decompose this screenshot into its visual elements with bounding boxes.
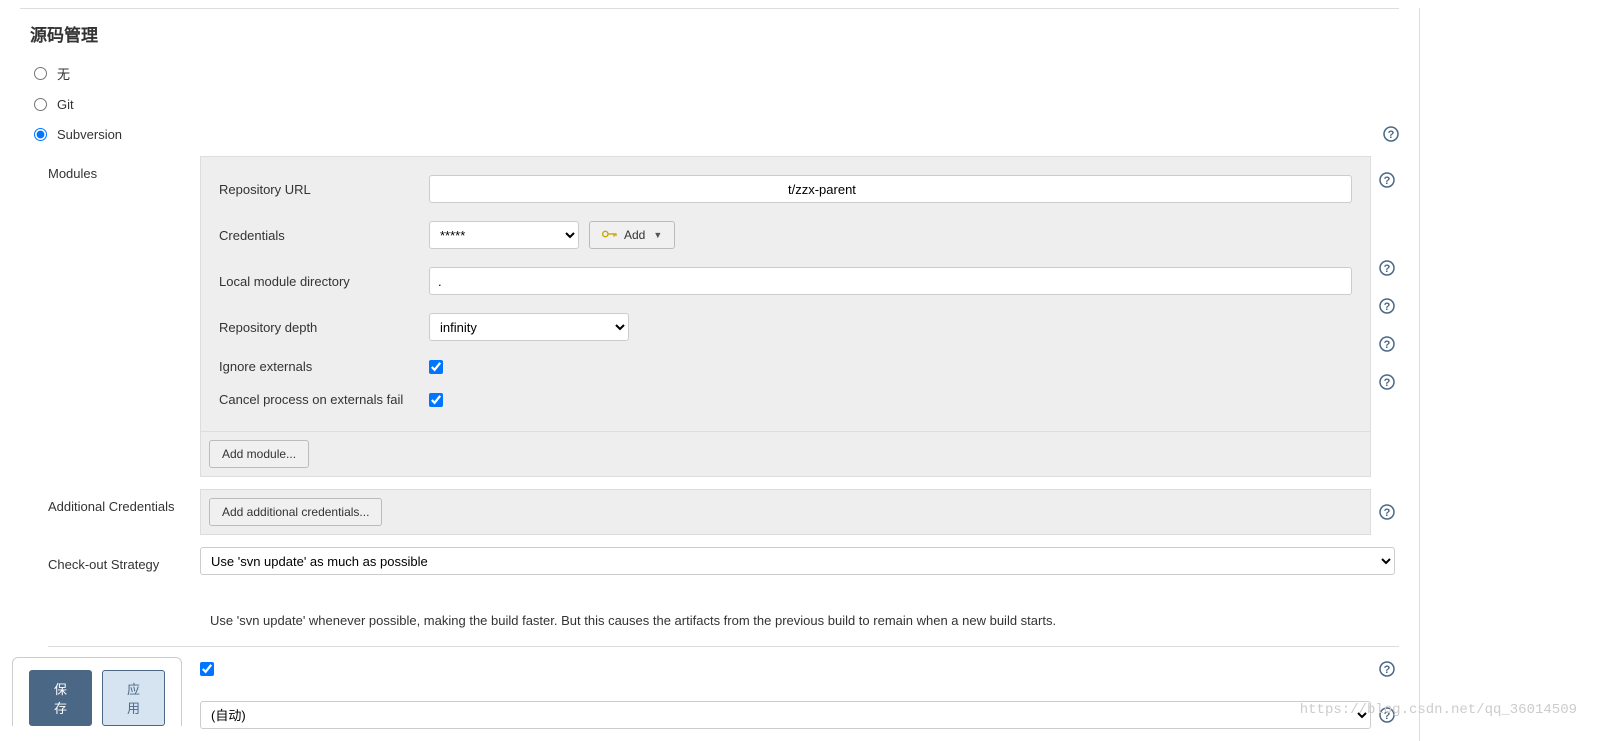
add-btn-label: Add <box>624 228 645 242</box>
local-dir-label: Local module directory <box>219 274 419 289</box>
checkout-strategy-description: Use 'svn update' whenever possible, maki… <box>200 613 1056 628</box>
chevron-down-icon: ▼ <box>653 230 662 240</box>
repo-url-label: Repository URL <box>219 182 419 197</box>
modules-label: Modules <box>48 156 200 181</box>
cancel-externals-label: Cancel process on externals fail <box>219 392 419 407</box>
scm-git-radio[interactable] <box>34 98 47 111</box>
repo-url-input[interactable] <box>429 175 1352 203</box>
checkout-strategy-label: Check-out Strategy <box>48 547 200 572</box>
svg-text:?: ? <box>1384 175 1391 187</box>
apply-button[interactable]: 应用 <box>102 670 165 726</box>
help-icon[interactable]: ? <box>1379 172 1395 188</box>
help-icon[interactable]: ? <box>1383 126 1399 142</box>
repo-depth-select[interactable]: infinity <box>429 313 629 341</box>
add-credentials-button[interactable]: Add ▼ <box>589 221 675 249</box>
help-icon[interactable]: ? <box>1379 504 1395 520</box>
footer-bar: 保存 应用 <box>12 657 182 726</box>
watermark: https://blog.csdn.net/qq_36014509 <box>1300 702 1577 718</box>
scm-radio-group: 无 Git Subversion ? <box>34 64 1399 142</box>
checkout-strategy-select[interactable]: Use 'svn update' as much as possible <box>200 547 1395 575</box>
module-box: Repository URL Credentials ***** <box>200 156 1371 432</box>
repo-browser-select[interactable]: (自动) <box>200 701 1371 729</box>
add-additional-credentials-button[interactable]: Add additional credentials... <box>209 498 382 526</box>
svg-text:?: ? <box>1384 339 1391 351</box>
help-icon[interactable]: ? <box>1379 260 1395 276</box>
key-icon <box>602 228 618 242</box>
scm-none-label: 无 <box>57 64 70 83</box>
svg-text:?: ? <box>1384 664 1391 676</box>
section-title: 源码管理 <box>30 21 1399 46</box>
credentials-select[interactable]: ***** <box>429 221 579 249</box>
svg-text:?: ? <box>1384 263 1391 275</box>
scm-none-radio[interactable] <box>34 67 47 80</box>
scm-subversion-label: Subversion <box>57 127 122 142</box>
repo-depth-label: Repository depth <box>219 320 419 335</box>
svg-text:?: ? <box>1384 301 1391 313</box>
help-icon[interactable]: ? <box>1379 336 1395 352</box>
add-module-button[interactable]: Add module... <box>209 440 309 468</box>
quiet-checkout-checkbox[interactable] <box>200 662 214 676</box>
ignore-externals-label: Ignore externals <box>219 359 419 374</box>
help-icon[interactable]: ? <box>1379 298 1395 314</box>
help-icon[interactable]: ? <box>1379 374 1395 390</box>
additional-credentials-label: Additional Credentials <box>48 489 200 514</box>
svg-text:?: ? <box>1388 129 1395 141</box>
help-icon[interactable]: ? <box>1379 661 1395 677</box>
svg-text:?: ? <box>1384 377 1391 389</box>
svg-text:?: ? <box>1384 507 1391 519</box>
scm-subversion-radio[interactable] <box>34 128 47 141</box>
save-button[interactable]: 保存 <box>29 670 92 726</box>
ignore-externals-checkbox[interactable] <box>429 360 443 374</box>
subversion-config: Modules Repository URL Credentials <box>48 156 1399 741</box>
scm-git-label: Git <box>57 97 74 112</box>
credentials-label: Credentials <box>219 228 419 243</box>
local-dir-input[interactable] <box>429 267 1352 295</box>
cancel-externals-checkbox[interactable] <box>429 393 443 407</box>
